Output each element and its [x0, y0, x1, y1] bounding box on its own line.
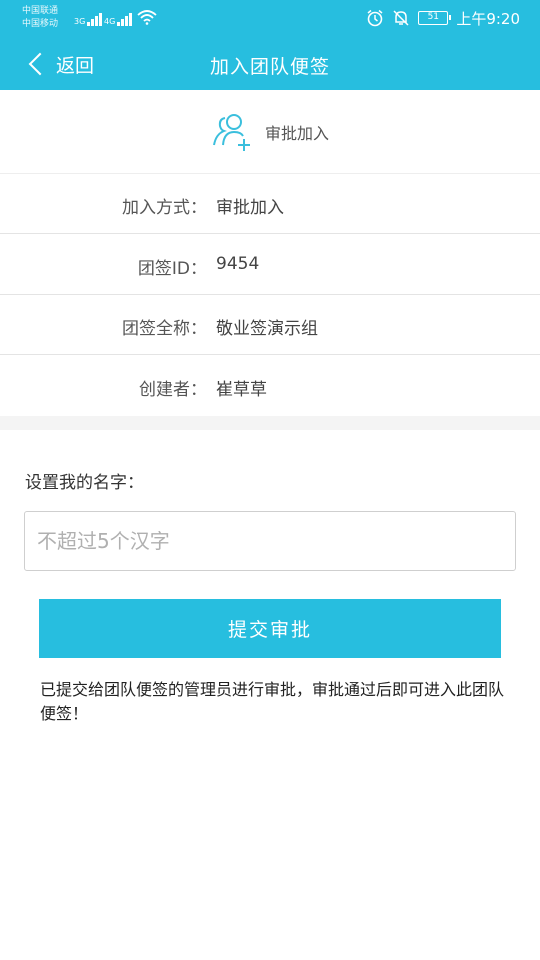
info-row-team-name: 团签全称： 敬业签演示组: [0, 295, 540, 355]
network-type-1: 3G: [74, 17, 86, 26]
signal-icon-2: 4G: [104, 8, 132, 26]
wifi-icon: [137, 10, 157, 25]
signal-icon: 3G: [74, 8, 102, 26]
page-title: 加入团队便签: [209, 56, 330, 78]
status-right: 51 上午9:20: [366, 8, 520, 28]
join-mode-label: 审批加入: [264, 123, 329, 143]
info-value: 崔草草: [216, 380, 267, 400]
info-row-join-method: 加入方式： 审批加入: [0, 174, 540, 234]
info-row-creator: 创建者： 崔草草: [0, 356, 540, 416]
network-type-2: 4G: [104, 17, 116, 26]
carrier-names: 中国联通 中国移动: [22, 5, 58, 31]
status-bar: 中国联通 中国移动 3G 4G 51 上午9:20: [0, 0, 540, 36]
battery-level: 51: [427, 12, 440, 22]
carrier-1: 中国联通: [22, 6, 59, 16]
name-field-label: 设置我的名字：: [25, 473, 144, 493]
info-label: 创建者：: [139, 380, 207, 400]
name-input[interactable]: [24, 511, 516, 571]
add-user-icon: [213, 113, 250, 151]
info-label: 加入方式：: [122, 198, 207, 218]
status-time: 上午9:20: [456, 9, 520, 28]
app-header: 中国联通 中国移动 3G 4G 51 上午9:20 返回 加入团队便签: [0, 0, 540, 90]
info-label: 团签ID：: [137, 259, 207, 279]
section-divider: [0, 416, 540, 430]
info-value: 审批加入: [216, 198, 284, 218]
approval-note: 已提交给团队便签的管理员进行审批，审批通过后即可进入此团队便签！: [40, 680, 505, 723]
navbar: 返回 加入团队便签: [0, 40, 540, 90]
mute-icon: [393, 10, 409, 26]
info-value: 9454: [216, 254, 260, 274]
info-value: 敬业签演示组: [216, 319, 318, 339]
submit-approval-button[interactable]: 提交审批: [39, 599, 501, 658]
carrier-2: 中国移动: [22, 19, 59, 29]
info-row-team-id: 团签ID： 9454: [0, 235, 540, 295]
alarm-icon: [367, 9, 383, 27]
info-label: 团签全称：: [122, 319, 207, 339]
battery-icon: 51: [418, 11, 452, 25]
join-mode-banner: 审批加入: [0, 90, 540, 174]
